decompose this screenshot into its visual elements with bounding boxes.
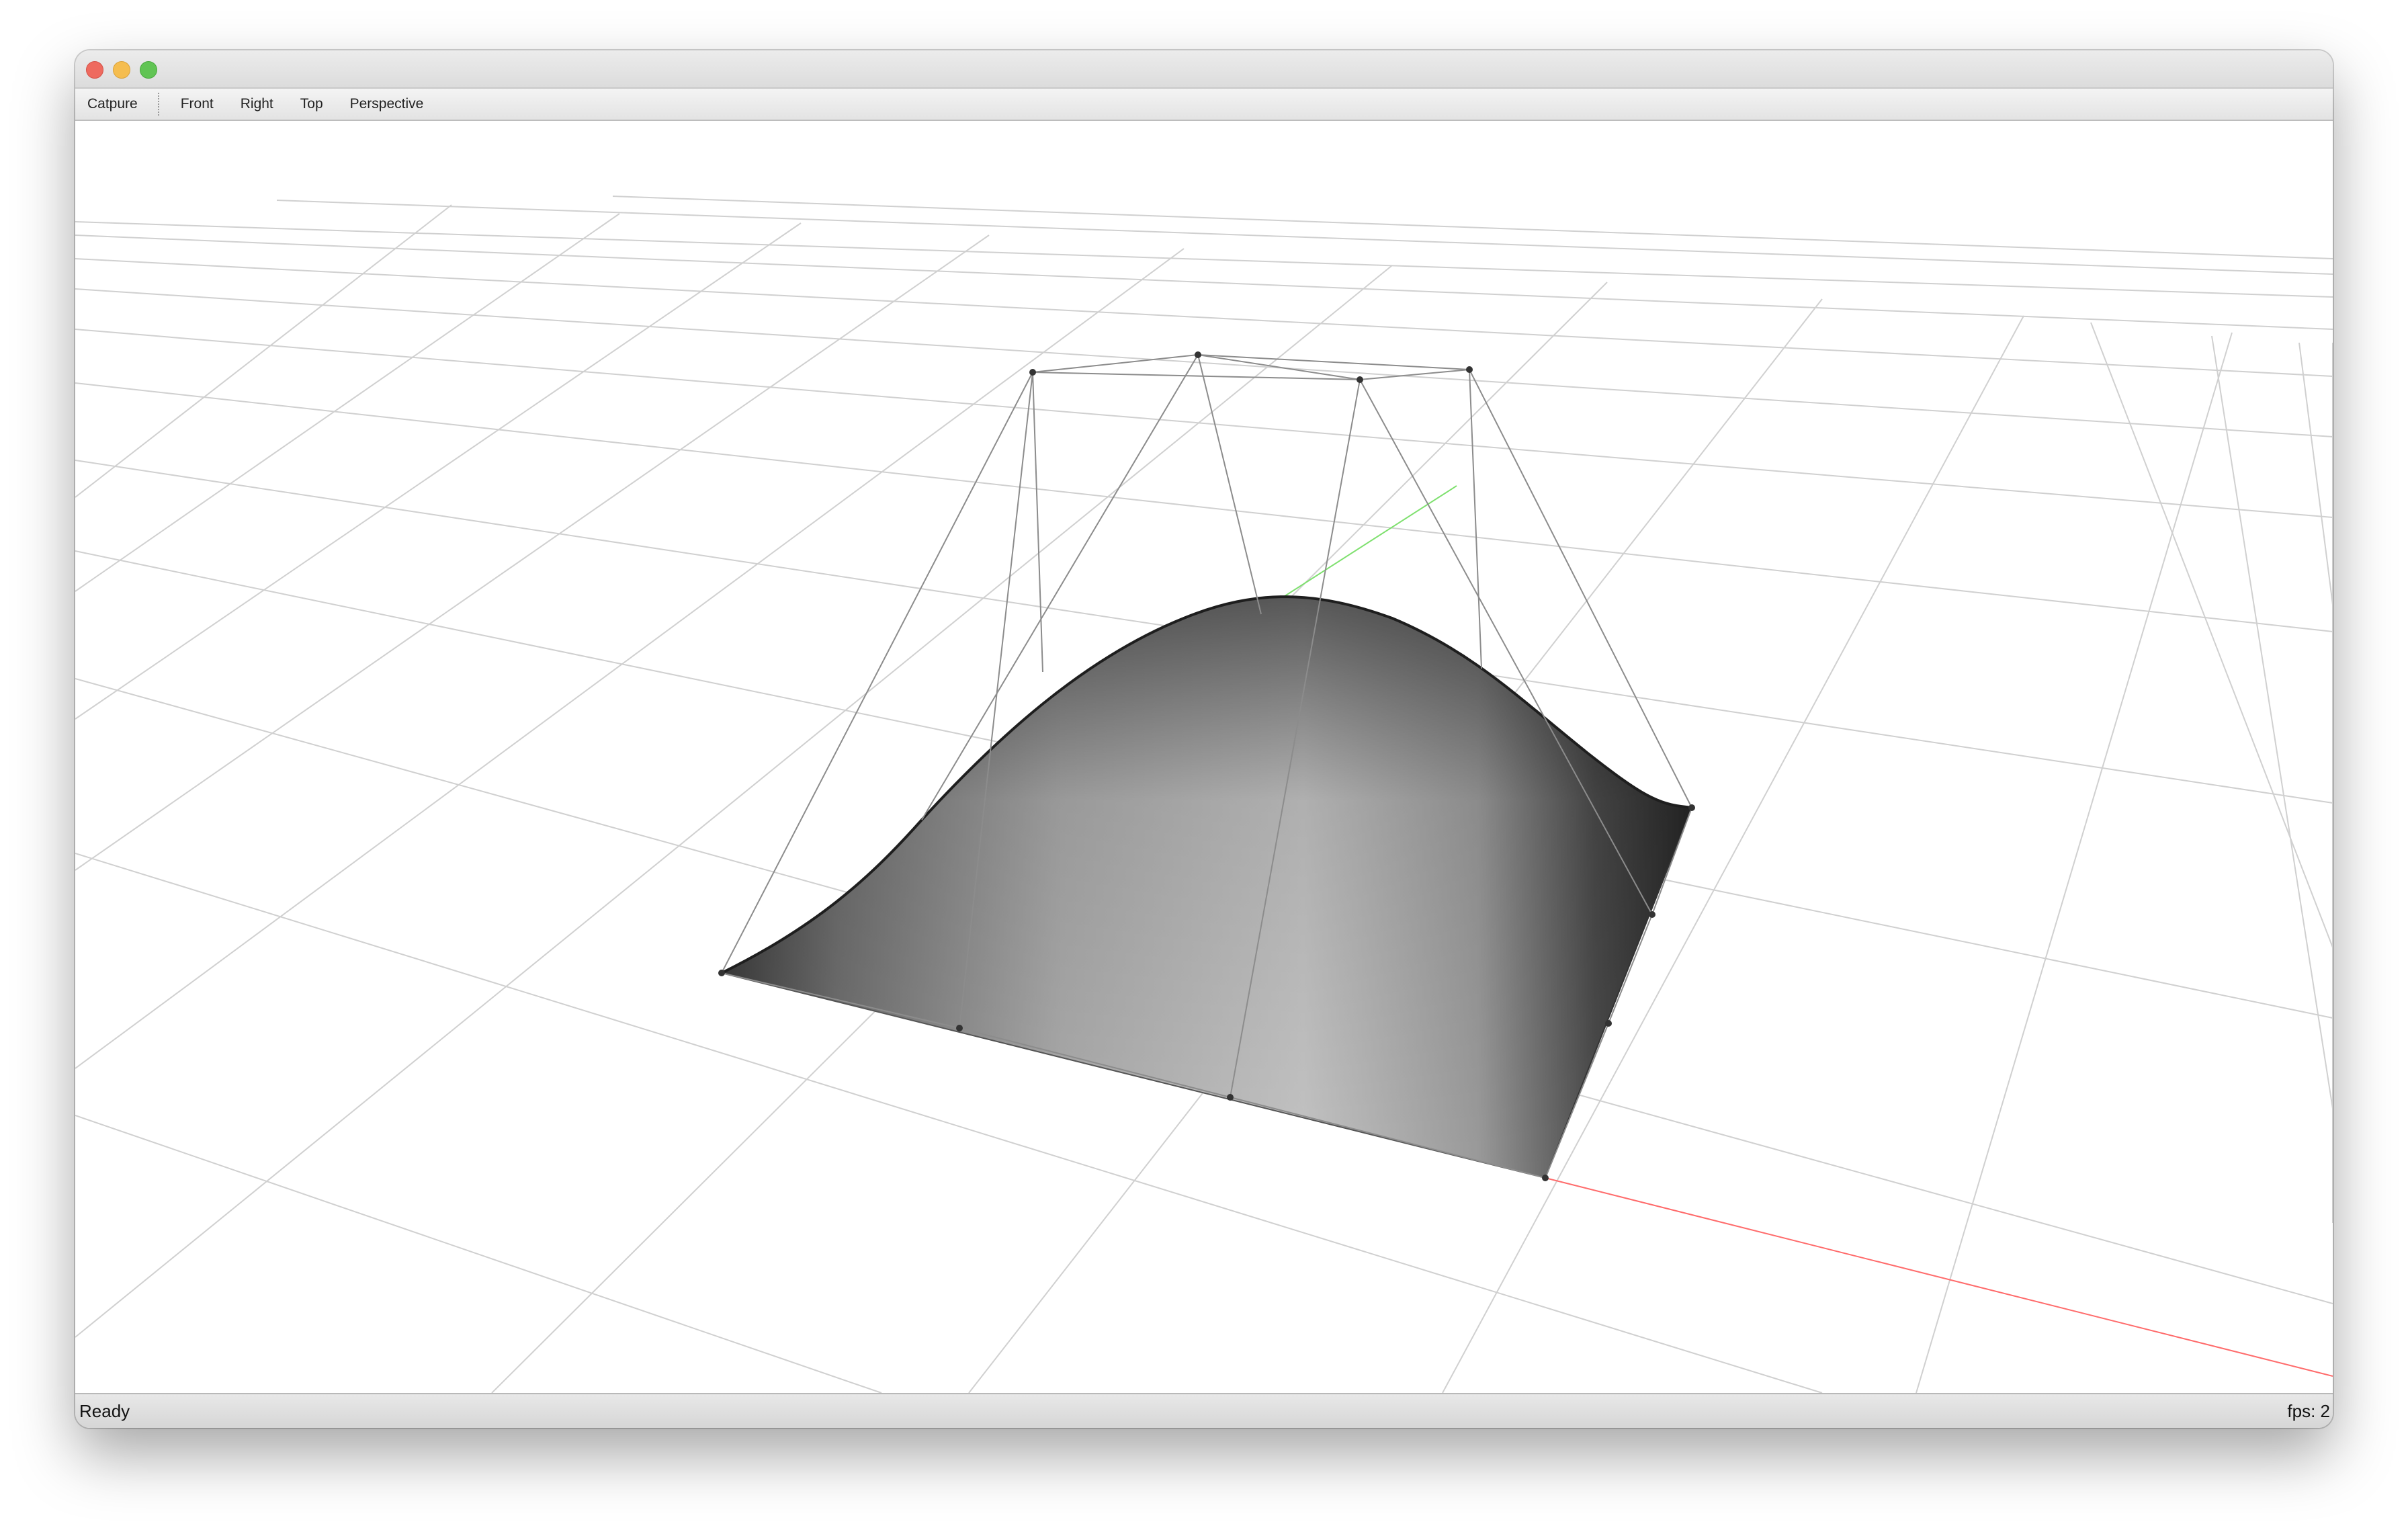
fps-counter: fps: 2: [2287, 1401, 2330, 1421]
perspective-view-button[interactable]: Perspective: [337, 89, 437, 120]
app-window: Catpure Front Right Top Perspective Read…: [75, 50, 2333, 1428]
control-point[interactable]: [1357, 376, 1363, 383]
control-point[interactable]: [1029, 369, 1036, 376]
control-point[interactable]: [956, 1025, 963, 1031]
top-view-button[interactable]: Top: [287, 89, 337, 120]
status-message: Ready: [79, 1401, 130, 1421]
status-bar: Ready fps: 2: [75, 1393, 2333, 1428]
3d-viewport[interactable]: [75, 121, 2333, 1393]
title-bar[interactable]: [75, 50, 2333, 87]
minimize-window-button[interactable]: [113, 61, 130, 79]
front-view-button[interactable]: Front: [167, 89, 227, 120]
control-point[interactable]: [718, 970, 725, 976]
y-axis-line: [1271, 485, 1457, 605]
control-point[interactable]: [1195, 351, 1201, 358]
control-point[interactable]: [1649, 911, 1656, 918]
view-toolbar: Catpure Front Right Top Perspective: [75, 87, 2333, 121]
zoom-window-button[interactable]: [140, 61, 157, 79]
x-axis-line: [1545, 1177, 2333, 1377]
toolbar-separator: [157, 93, 159, 116]
right-view-button[interactable]: Right: [227, 89, 287, 120]
scene-canvas[interactable]: [75, 121, 2333, 1393]
close-window-button[interactable]: [86, 61, 103, 79]
control-point[interactable]: [1466, 366, 1473, 373]
control-point[interactable]: [1227, 1094, 1234, 1101]
capture-button[interactable]: Catpure: [75, 89, 158, 120]
control-point[interactable]: [1542, 1175, 1549, 1181]
control-point[interactable]: [1688, 804, 1695, 811]
control-point[interactable]: [1605, 1020, 1612, 1027]
